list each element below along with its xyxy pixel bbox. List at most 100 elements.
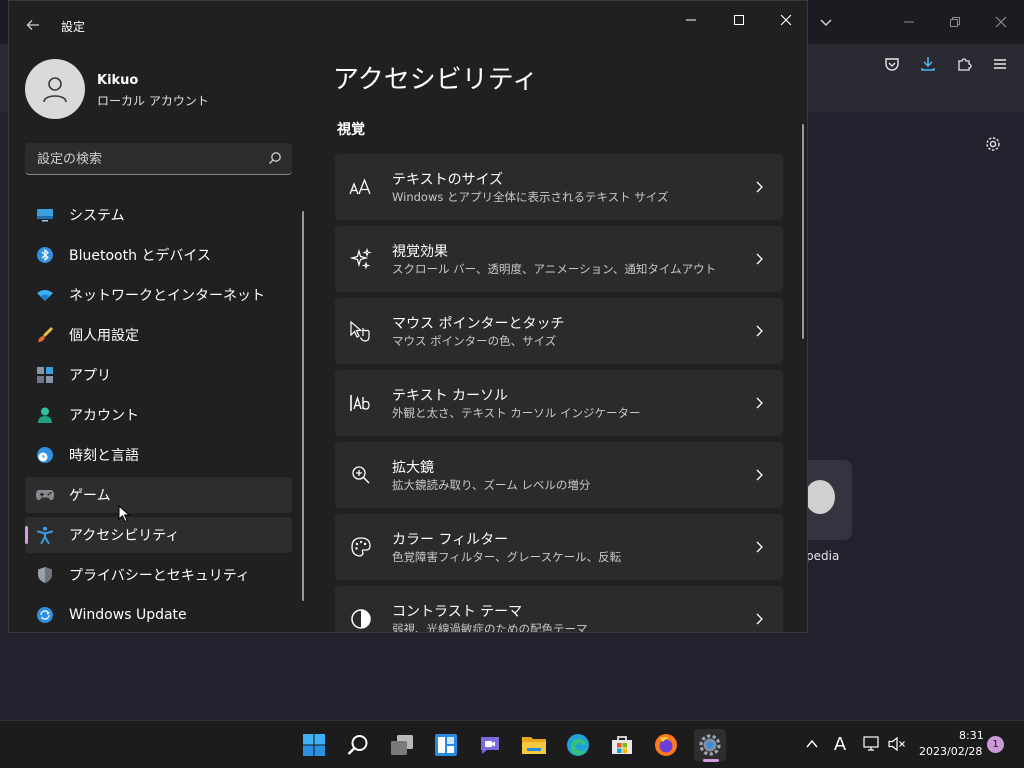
ime-indicator[interactable]: A bbox=[829, 733, 851, 755]
card-magnifier[interactable]: 拡大鏡 拡大鏡読み取り、ズーム レベルの増分 bbox=[335, 442, 783, 508]
maximize-icon bbox=[734, 15, 744, 25]
gear-icon bbox=[986, 137, 1000, 151]
chevron-down-icon bbox=[820, 19, 832, 27]
chevron-up-icon bbox=[806, 739, 818, 748]
nav-item-label: ネットワークとインターネット bbox=[69, 288, 265, 304]
settings-icon bbox=[699, 734, 721, 756]
maximize-button[interactable] bbox=[719, 5, 759, 35]
file-explorer-button[interactable] bbox=[518, 729, 550, 761]
nav-item-label: Windows Update bbox=[69, 607, 187, 623]
text-size-icon bbox=[349, 175, 373, 199]
bluetooth-icon bbox=[35, 245, 55, 265]
search-icon[interactable] bbox=[268, 151, 282, 165]
nav-item-system[interactable]: システム bbox=[25, 197, 292, 233]
customize-new-tab-button[interactable] bbox=[981, 132, 1005, 156]
close-button[interactable] bbox=[766, 5, 806, 35]
content-scrollbar[interactable] bbox=[802, 124, 804, 339]
card-contrast-themes[interactable]: コントラスト テーマ 弱視、光線過敏症のための配色テーマ bbox=[335, 586, 783, 632]
speaker-muted-icon bbox=[888, 736, 905, 752]
browser-restore-button[interactable] bbox=[943, 10, 967, 34]
nav-item-personalization[interactable]: 個人用設定 bbox=[25, 317, 292, 353]
back-button[interactable] bbox=[21, 13, 45, 37]
nav-item-accounts[interactable]: アカウント bbox=[25, 397, 292, 433]
magnifier-icon bbox=[349, 463, 373, 487]
card-subtitle: 拡大鏡読み取り、ズーム レベルの増分 bbox=[392, 478, 591, 492]
show-hidden-icons-button[interactable] bbox=[801, 733, 823, 755]
globe-clock-icon bbox=[35, 445, 55, 465]
nav-item-accessibility[interactable]: アクセシビリティ bbox=[25, 517, 292, 553]
card-text-size[interactable]: テキストのサイズ Windows とアプリ全体に表示されるテキスト サイズ bbox=[335, 154, 783, 220]
nav-scrollbar[interactable] bbox=[302, 211, 304, 601]
avatar[interactable] bbox=[25, 59, 85, 119]
wifi-icon bbox=[35, 285, 55, 305]
nav-item-label: システム bbox=[69, 208, 125, 224]
clock-date[interactable]: 2023/02/28 bbox=[919, 745, 982, 758]
nav-item-label: ゲーム bbox=[69, 488, 111, 504]
nav-item-apps[interactable]: アプリ bbox=[25, 357, 292, 393]
downloads-button[interactable] bbox=[916, 52, 940, 76]
person-icon bbox=[35, 405, 55, 425]
search-input[interactable] bbox=[35, 143, 259, 175]
person-icon bbox=[43, 77, 67, 103]
active-app-indicator bbox=[703, 759, 719, 762]
contrast-icon bbox=[349, 607, 373, 631]
nav-item-gaming[interactable]: ゲーム bbox=[25, 477, 292, 513]
pointer-touch-icon bbox=[349, 319, 373, 343]
browser-minimize-button[interactable] bbox=[897, 10, 921, 34]
notification-badge[interactable]: 1 bbox=[987, 736, 1004, 753]
nav-item-time-language[interactable]: 時刻と言語 bbox=[25, 437, 292, 473]
close-icon bbox=[995, 16, 1007, 28]
extensions-button[interactable] bbox=[952, 52, 976, 76]
card-visual-effects[interactable]: 視覚効果 スクロール バー、透明度、アニメーション、通知タイムアウト bbox=[335, 226, 783, 292]
edge-button[interactable] bbox=[562, 729, 594, 761]
start-button[interactable] bbox=[298, 729, 330, 761]
chat-button[interactable] bbox=[474, 729, 506, 761]
card-title: マウス ポインターとタッチ bbox=[392, 316, 565, 332]
minimize-button[interactable] bbox=[671, 5, 711, 35]
chevron-right-icon bbox=[751, 539, 767, 555]
card-title: 視覚効果 bbox=[392, 244, 448, 260]
app-menu-button[interactable] bbox=[988, 52, 1012, 76]
nav-item-privacy-security[interactable]: プライバシーとセキュリティ bbox=[25, 557, 292, 593]
widgets-button[interactable] bbox=[430, 729, 462, 761]
nav-item-network[interactable]: ネットワークとインターネット bbox=[25, 277, 292, 313]
mouse-cursor-icon bbox=[118, 505, 130, 523]
microsoft-store-button[interactable] bbox=[606, 729, 638, 761]
nav-item-bluetooth[interactable]: Bluetooth とデバイス bbox=[25, 237, 292, 273]
chevron-right-icon bbox=[751, 251, 767, 267]
card-title: コントラスト テーマ bbox=[392, 604, 523, 620]
task-view-button[interactable] bbox=[386, 729, 418, 761]
card-mouse-pointer-touch[interactable]: マウス ポインターとタッチ マウス ポインターの色、サイズ bbox=[335, 298, 783, 364]
clock-time[interactable]: 8:31 bbox=[959, 729, 984, 742]
minimize-icon bbox=[686, 19, 696, 21]
task-view-icon bbox=[391, 735, 413, 755]
list-all-tabs-button[interactable] bbox=[814, 10, 838, 34]
network-button[interactable] bbox=[860, 733, 882, 755]
gamepad-icon bbox=[35, 485, 55, 505]
volume-button[interactable] bbox=[886, 733, 908, 755]
settings-taskbar-button[interactable] bbox=[694, 729, 726, 761]
window-title: 設定 bbox=[61, 20, 86, 34]
update-icon bbox=[35, 605, 55, 625]
nav-item-label: 個人用設定 bbox=[69, 328, 139, 344]
sparkle-icon bbox=[349, 247, 373, 271]
card-subtitle: Windows とアプリ全体に表示されるテキスト サイズ bbox=[392, 190, 669, 204]
account-type: ローカル アカウント bbox=[97, 94, 209, 108]
selection-indicator bbox=[25, 526, 28, 544]
pocket-button[interactable] bbox=[880, 52, 904, 76]
card-color-filters[interactable]: カラー フィルター 色覚障害フィルター、グレースケール、反転 bbox=[335, 514, 783, 580]
wikipedia-globe-icon bbox=[805, 480, 835, 514]
card-title: 拡大鏡 bbox=[392, 460, 434, 476]
nav-item-windows-update[interactable]: Windows Update bbox=[25, 597, 292, 632]
apps-icon bbox=[35, 365, 55, 385]
shield-icon bbox=[35, 565, 55, 585]
browser-close-button[interactable] bbox=[989, 10, 1013, 34]
card-title: テキスト カーソル bbox=[392, 388, 509, 404]
download-icon bbox=[921, 57, 935, 71]
store-icon bbox=[612, 736, 632, 754]
chevron-right-icon bbox=[751, 395, 767, 411]
taskbar-search-button[interactable] bbox=[342, 729, 374, 761]
card-text-cursor[interactable]: テキスト カーソル 外観と太さ、テキスト カーソル インジケーター bbox=[335, 370, 783, 436]
card-subtitle: 外観と太さ、テキスト カーソル インジケーター bbox=[392, 406, 641, 420]
firefox-button[interactable] bbox=[650, 729, 682, 761]
